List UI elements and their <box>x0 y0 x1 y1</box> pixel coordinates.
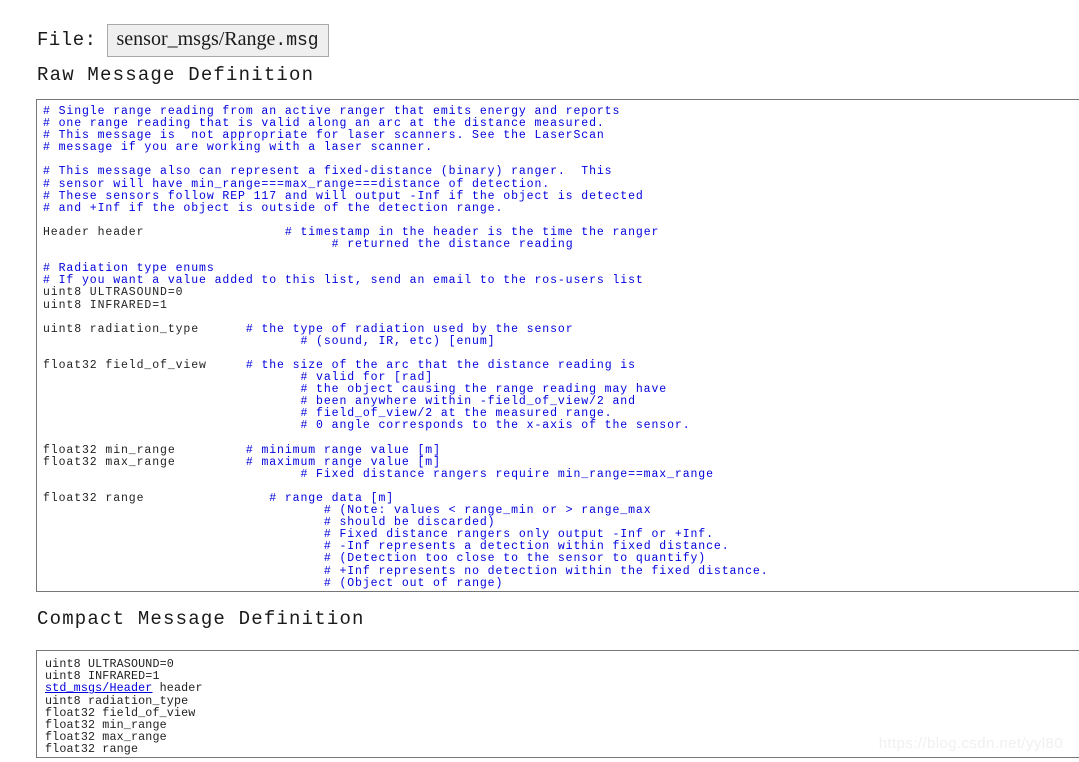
raw-message-definition-heading: Raw Message Definition <box>37 64 315 86</box>
file-name-stem: sensor_msgs/Range <box>116 28 276 50</box>
file-name-extension: .msg <box>275 31 319 51</box>
compact-message-definition-heading: Compact Message Definition <box>37 608 365 630</box>
file-label: File: <box>37 29 97 52</box>
raw-message-definition-code: # Single range reading from an active ra… <box>43 105 769 590</box>
file-name-box: sensor_msgs/Range.msg <box>106 24 329 57</box>
watermark: https://blog.csdn.net/yyl80 <box>878 735 1063 752</box>
std-msgs-header-link[interactable]: std_msgs/Header <box>45 681 152 695</box>
file-line: File: sensor_msgs/Range.msg <box>37 24 329 57</box>
raw-message-definition-box: # Single range reading from an active ra… <box>36 99 1079 592</box>
